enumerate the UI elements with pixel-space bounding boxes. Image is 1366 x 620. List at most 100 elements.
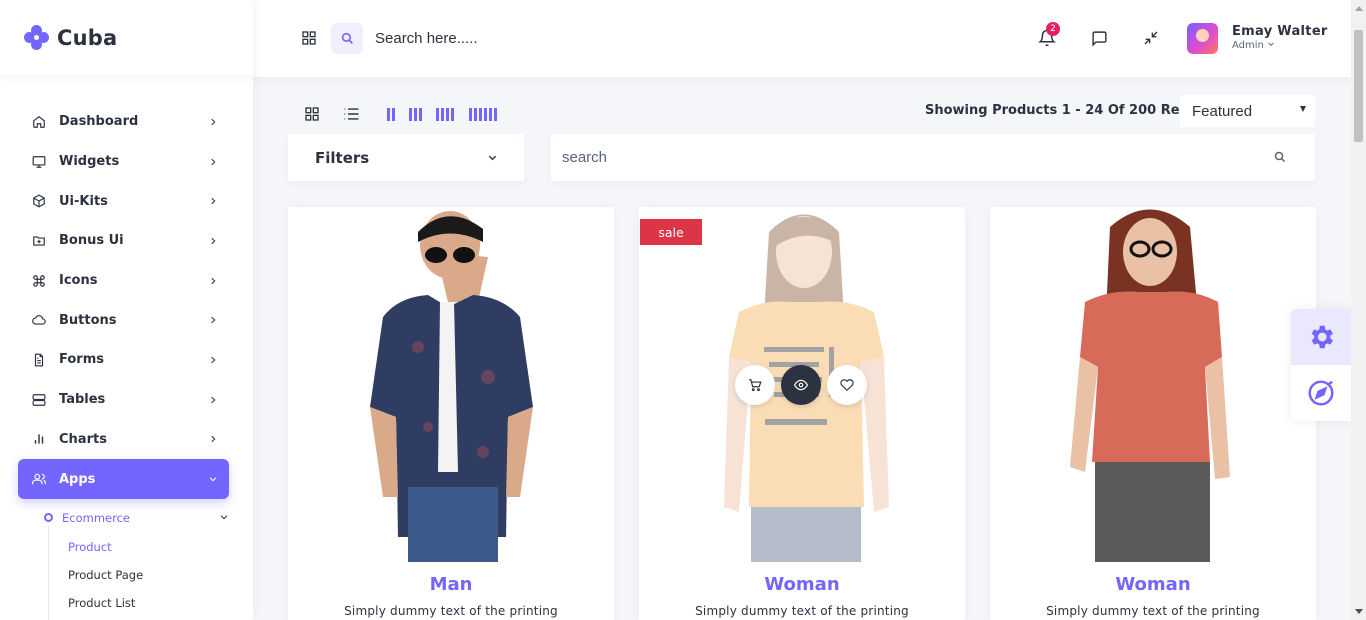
two-column-icon[interactable] <box>387 108 395 121</box>
cloud-icon <box>31 312 47 328</box>
chevron-right-icon <box>207 275 219 287</box>
gear-icon <box>1311 325 1333 349</box>
eye-icon <box>794 379 808 391</box>
sidebar-item-bonus-ui[interactable]: Bonus Ui <box>18 221 229 261</box>
sidebar-item-label: Charts <box>59 431 107 447</box>
logo-text: Cuba <box>57 25 118 50</box>
cart-icon <box>749 379 762 392</box>
settings-button[interactable] <box>1291 309 1351 365</box>
sidebar-item-buttons[interactable]: Buttons <box>18 300 229 340</box>
user-name[interactable]: Emay Walter <box>1232 24 1328 39</box>
add-to-cart-button[interactable] <box>735 365 775 405</box>
submenu-header-label: Ecommerce <box>62 510 130 525</box>
header-search-input[interactable] <box>375 26 675 50</box>
chevron-right-icon <box>207 195 219 207</box>
home-icon <box>31 114 47 130</box>
submenu-header-ecommerce[interactable]: Ecommerce <box>44 503 229 533</box>
submenu-ecommerce: Ecommerce Product Product Page Product L… <box>18 503 229 620</box>
product-search-input[interactable] <box>562 146 1242 168</box>
user-role-label: Admin <box>1232 40 1264 51</box>
search-icon <box>341 32 353 44</box>
submenu-item-product[interactable]: Product <box>68 533 229 561</box>
server-icon <box>31 392 47 408</box>
chevron-right-icon <box>207 235 219 247</box>
three-column-icon[interactable] <box>409 108 422 121</box>
submenu-line <box>48 524 49 620</box>
sort-select[interactable]: Featured <box>1180 95 1315 127</box>
sidebar-item-label: Icons <box>59 273 98 289</box>
product-card[interactable]: sale Woman Simply dummy text of the prin… <box>639 207 965 620</box>
scroll-thumb[interactable] <box>1354 30 1363 142</box>
logo-icon <box>24 24 50 51</box>
four-column-icon[interactable] <box>436 108 454 121</box>
user-role[interactable]: Admin <box>1232 40 1275 51</box>
color-picker-button[interactable] <box>1291 365 1351 421</box>
grid-view-icon[interactable] <box>303 106 321 122</box>
filters-label: Filters <box>315 148 370 167</box>
product-name[interactable]: Woman <box>990 574 1316 595</box>
sidebar-item-label: Forms <box>59 352 104 368</box>
wishlist-button[interactable] <box>827 365 867 405</box>
submenu-list: Product Product Page Product List <box>44 533 229 617</box>
bar-chart-icon <box>31 431 47 447</box>
sidebar-item-apps[interactable]: Apps <box>18 459 229 499</box>
sort-select-value: Featured <box>1192 102 1253 120</box>
sidebar-item-label: Buttons <box>59 312 117 328</box>
avatar[interactable] <box>1187 23 1218 54</box>
product-name[interactable]: Woman <box>639 574 965 595</box>
search-button[interactable] <box>331 23 363 54</box>
logo[interactable]: Cuba <box>0 0 253 75</box>
product-image[interactable] <box>288 207 614 562</box>
list-view-icon[interactable] <box>342 106 360 122</box>
sidebar-nav: Dashboard Widgets Ui-Kits Bonus Ui Icons… <box>0 75 253 620</box>
product-card[interactable]: Woman Simply dummy text of the printing <box>990 207 1316 620</box>
minimize-icon[interactable] <box>1141 28 1161 48</box>
filters-dropdown[interactable]: Filters <box>288 134 524 181</box>
sidebar-item-label: Ui-Kits <box>59 193 108 209</box>
chevron-right-icon <box>207 156 219 168</box>
sidebar-item-charts[interactable]: Charts <box>18 420 229 460</box>
box-icon <box>31 193 47 209</box>
product-name[interactable]: Man <box>288 574 614 595</box>
chevron-down-icon <box>219 511 229 525</box>
circle-icon <box>44 513 53 523</box>
search-icon[interactable] <box>1274 150 1288 164</box>
users-icon <box>31 471 47 487</box>
six-column-icon[interactable] <box>469 108 497 121</box>
sidebar-item-widgets[interactable]: Widgets <box>18 142 229 182</box>
heart-icon <box>840 379 854 392</box>
sidebar-item-label: Widgets <box>59 154 120 170</box>
message-icon[interactable] <box>1089 28 1109 48</box>
customizer-panel <box>1291 309 1351 421</box>
product-description: Simply dummy text of the printing <box>695 604 909 618</box>
scroll-down-icon[interactable] <box>1355 609 1363 614</box>
monitor-icon <box>31 154 47 170</box>
compass-icon <box>1308 380 1334 406</box>
submenu-item-product-page[interactable]: Product Page <box>68 561 229 589</box>
sidebar-item-label: Bonus Ui <box>59 233 124 249</box>
chevron-right-icon <box>207 354 219 366</box>
command-icon <box>31 273 47 289</box>
chevron-right-icon <box>207 314 219 326</box>
sidebar-item-dashboard[interactable]: Dashboard <box>18 102 229 142</box>
folder-plus-icon <box>31 233 47 249</box>
grid-icon[interactable] <box>301 30 317 46</box>
top-header: 2 Emay Walter Admin <box>253 0 1351 77</box>
submenu-item-product-list[interactable]: Product List <box>68 589 229 617</box>
sidebar-item-label: Dashboard <box>59 114 139 130</box>
scroll-up-icon[interactable] <box>1355 6 1363 11</box>
sidebar-item-icons[interactable]: Icons <box>18 261 229 301</box>
chevron-right-icon <box>207 394 219 406</box>
sidebar-item-label: Tables <box>59 392 106 408</box>
sidebar-item-tables[interactable]: Tables <box>18 380 229 420</box>
sidebar: Cuba Dashboard Widgets Ui-Kits Bonus Ui … <box>0 0 253 620</box>
sale-badge: sale <box>640 219 702 245</box>
chevron-right-icon <box>207 116 219 128</box>
product-card[interactable]: Man Simply dummy text of the printing <box>288 207 614 620</box>
quick-view-button[interactable] <box>781 365 821 405</box>
page-scrollbar[interactable] <box>1351 0 1366 620</box>
sidebar-item-ui-kits[interactable]: Ui-Kits <box>18 181 229 221</box>
chevron-right-icon <box>207 433 219 445</box>
product-image[interactable] <box>990 207 1316 562</box>
sidebar-item-forms[interactable]: Forms <box>18 340 229 380</box>
